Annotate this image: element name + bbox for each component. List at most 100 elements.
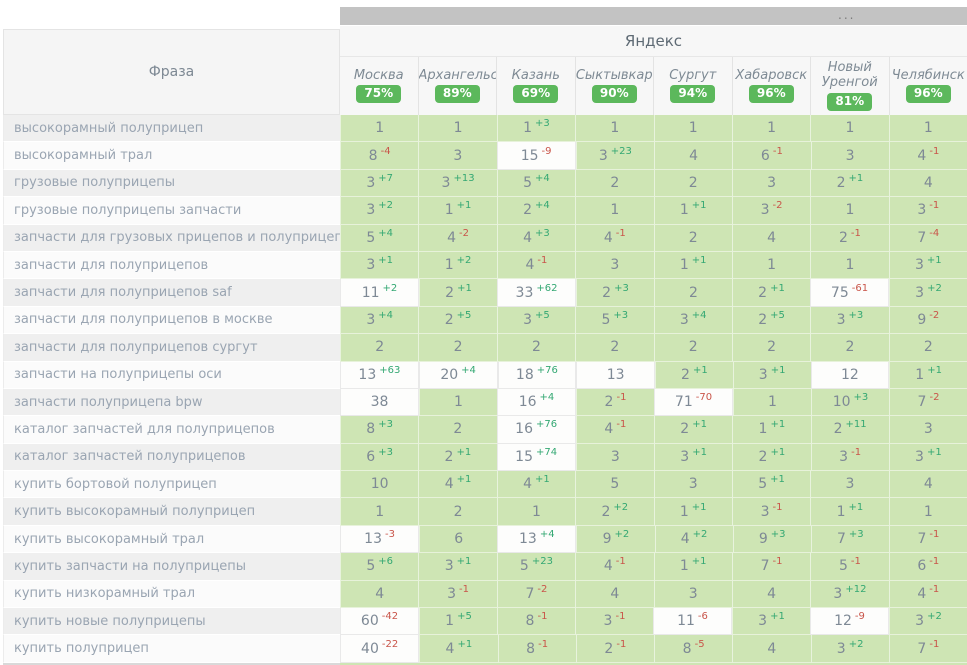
position-cell[interactable]: 13	[576, 362, 655, 389]
position-cell[interactable]: 2+4	[497, 197, 575, 224]
position-cell[interactable]: 13+4	[497, 526, 576, 553]
position-cell[interactable]: 40-22	[340, 635, 419, 662]
position-cell[interactable]: 3+12	[810, 581, 888, 608]
position-cell[interactable]: 2+1	[732, 279, 810, 306]
position-cell[interactable]: 4	[732, 225, 810, 252]
position-cell[interactable]: 1	[654, 115, 732, 142]
position-cell[interactable]: 1	[418, 115, 496, 142]
position-cell[interactable]: 1	[810, 252, 888, 279]
position-cell[interactable]: 4+2	[655, 526, 733, 553]
position-cell[interactable]: 4	[732, 635, 810, 662]
position-cell[interactable]: 5+3	[575, 307, 653, 334]
position-cell[interactable]: 2+11	[811, 416, 889, 443]
more-columns-button[interactable]: ...	[838, 8, 855, 22]
position-cell[interactable]: 3	[576, 444, 654, 471]
position-cell[interactable]: 5+23	[497, 553, 575, 580]
position-cell[interactable]: 3+3	[810, 307, 888, 334]
position-cell[interactable]: 7-1	[889, 635, 967, 662]
position-cell[interactable]: 4+1	[419, 635, 497, 662]
position-cell[interactable]: 3-1	[575, 608, 653, 635]
position-cell[interactable]: 2+2	[575, 498, 653, 525]
position-cell[interactable]: 7-4	[889, 225, 967, 252]
position-cell[interactable]: 1	[575, 197, 653, 224]
position-cell[interactable]: 2-1	[576, 635, 654, 662]
position-cell[interactable]: 7+3	[811, 526, 889, 553]
position-cell[interactable]: 3+4	[340, 307, 418, 334]
position-cell[interactable]: 2	[418, 334, 496, 361]
position-cell[interactable]: 2	[654, 170, 732, 197]
position-cell[interactable]: 2+3	[576, 279, 654, 306]
position-cell[interactable]: 8-5	[654, 635, 732, 662]
position-cell[interactable]: 3	[732, 170, 810, 197]
position-cell[interactable]: 2+1	[418, 444, 496, 471]
position-cell[interactable]: 7-2	[889, 389, 967, 416]
position-cell[interactable]: 4+1	[497, 471, 575, 498]
position-cell[interactable]: 2+5	[732, 307, 810, 334]
position-cell[interactable]: 3+1	[733, 362, 811, 389]
position-cell[interactable]: 11-6	[653, 608, 732, 635]
position-cell[interactable]: 9+3	[733, 526, 811, 553]
position-cell[interactable]: 5+1	[732, 471, 810, 498]
position-cell[interactable]: 2+1	[655, 362, 733, 389]
position-cell[interactable]: 9-2	[889, 307, 967, 334]
position-cell[interactable]: 3-2	[732, 197, 810, 224]
position-cell[interactable]: 1	[889, 115, 967, 142]
position-cell[interactable]: 2	[418, 498, 496, 525]
position-cell[interactable]: 3+1	[732, 608, 810, 635]
position-cell[interactable]: 2+1	[810, 170, 888, 197]
position-cell[interactable]: 9+2	[576, 526, 654, 553]
position-cell[interactable]: 16+4	[497, 389, 576, 416]
position-cell[interactable]: 7-1	[732, 553, 810, 580]
position-cell[interactable]: 4-2	[418, 225, 496, 252]
position-cell[interactable]: 2	[497, 334, 575, 361]
position-cell[interactable]: 2+1	[419, 279, 497, 306]
position-cell[interactable]: 2	[340, 334, 418, 361]
position-cell[interactable]: 18+76	[498, 362, 577, 389]
position-cell[interactable]: 3-1	[889, 197, 967, 224]
position-cell[interactable]: 3+1	[654, 444, 732, 471]
position-cell[interactable]: 7-2	[497, 581, 575, 608]
position-cell[interactable]: 1	[732, 252, 810, 279]
position-cell[interactable]: 1+1	[654, 553, 732, 580]
position-cell[interactable]: 2+1	[654, 416, 732, 443]
city-header-1[interactable]: Москва75%	[340, 57, 419, 115]
position-cell[interactable]: 3+2	[889, 279, 967, 306]
position-cell[interactable]: 3+1	[889, 444, 967, 471]
position-cell[interactable]: 4-1	[575, 225, 653, 252]
position-cell[interactable]: 8-1	[498, 635, 576, 662]
position-cell[interactable]: 4-1	[889, 142, 967, 169]
position-cell[interactable]: 3+2	[811, 635, 889, 662]
position-cell[interactable]: 1+1	[654, 498, 732, 525]
position-cell[interactable]: 1	[732, 115, 810, 142]
position-cell[interactable]: 3+1	[340, 252, 418, 279]
position-cell[interactable]: 33+62	[497, 279, 576, 306]
position-cell[interactable]: 3+23	[576, 142, 654, 169]
city-header-7[interactable]: Новый Уренгой81%	[811, 57, 890, 115]
position-cell[interactable]: 4-1	[576, 416, 654, 443]
position-cell[interactable]: 1	[810, 115, 888, 142]
position-cell[interactable]: 15+74	[497, 444, 576, 471]
position-cell[interactable]: 6-1	[732, 142, 810, 169]
position-cell[interactable]: 2	[732, 334, 810, 361]
position-cell[interactable]: 3+2	[340, 197, 418, 224]
position-cell[interactable]: 5+4	[497, 170, 575, 197]
position-cell[interactable]: 3-1	[418, 581, 496, 608]
position-cell[interactable]: 2	[575, 170, 653, 197]
position-cell[interactable]: 13+63	[340, 362, 419, 389]
position-cell[interactable]: 1+1	[810, 498, 888, 525]
position-cell[interactable]: 2	[575, 334, 653, 361]
position-cell[interactable]: 2-1	[576, 389, 654, 416]
position-cell[interactable]: 4	[889, 471, 967, 498]
position-cell[interactable]: 12	[811, 362, 890, 389]
position-cell[interactable]: 1+1	[732, 416, 810, 443]
position-cell[interactable]: 11+2	[340, 279, 419, 306]
position-cell[interactable]: 1	[497, 498, 575, 525]
position-cell[interactable]: 8-4	[340, 142, 418, 169]
city-header-5[interactable]: Сургут94%	[654, 57, 733, 115]
position-cell[interactable]: 3	[654, 471, 732, 498]
position-cell[interactable]: 38	[340, 389, 419, 416]
city-header-2[interactable]: Архангельск89%	[419, 57, 498, 115]
position-cell[interactable]: 20+4	[419, 362, 498, 389]
position-cell[interactable]: 2+5	[418, 307, 496, 334]
position-cell[interactable]: 8+3	[340, 416, 418, 443]
